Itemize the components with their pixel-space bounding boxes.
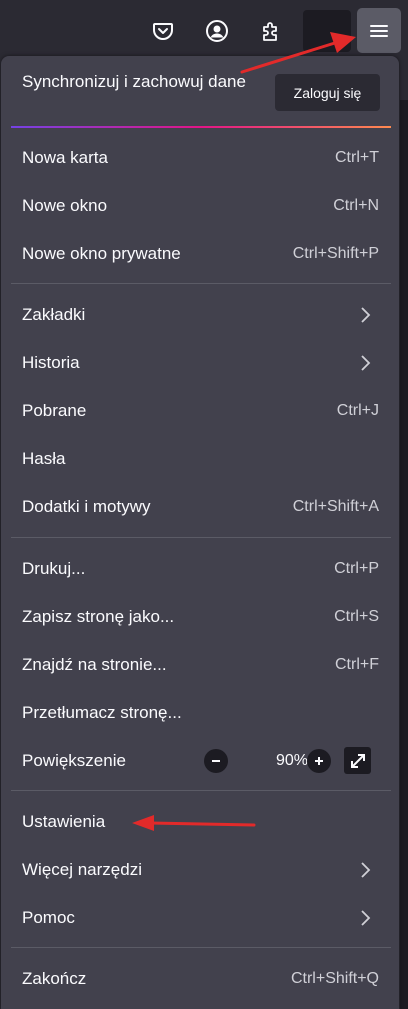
chevron-right-icon	[361, 355, 371, 371]
menu-item-label: Zapisz stronę jako...	[22, 607, 175, 626]
menu-item-label: Drukuj...	[22, 559, 86, 578]
menu-item-new-window[interactable]: Nowe okno Ctrl+N	[1, 182, 399, 230]
menu-item-label: Nowe okno prywatne	[22, 244, 181, 263]
minus-icon	[212, 760, 220, 762]
menu-item-help[interactable]: Pomoc	[1, 894, 399, 942]
menu-item-label: Pobrane	[22, 401, 87, 420]
menu-item-label: Pomoc	[22, 908, 75, 927]
menu-item-shortcut: Ctrl+Shift+P	[292, 245, 379, 262]
menu-item-zoom: Powiększenie 90%	[1, 737, 399, 785]
menu-item-shortcut: Ctrl+J	[336, 402, 379, 419]
menu-item-label: Nowe okno	[22, 196, 108, 215]
account-button[interactable]	[199, 12, 235, 50]
menu-item-label: Znajdź na stronie...	[22, 655, 167, 674]
sync-section: Synchronizuj i zachowuj dane Zaloguj się	[1, 56, 399, 128]
chevron-right-icon	[361, 862, 371, 878]
fullscreen-button[interactable]	[344, 747, 371, 774]
chevron-right-icon	[361, 307, 371, 323]
menu-item-settings[interactable]: Ustawienia	[1, 798, 399, 846]
pocket-button[interactable]	[145, 12, 181, 50]
account-icon	[206, 20, 228, 42]
page-edge	[400, 100, 408, 1009]
menu-item-shortcut: Ctrl+P	[334, 560, 379, 577]
menu-item-label: Powiększenie	[22, 751, 126, 770]
menu-item-print[interactable]: Drukuj... Ctrl+P	[1, 545, 399, 593]
menu-item-translate[interactable]: Przetłumacz stronę...	[1, 689, 399, 737]
login-button[interactable]: Zaloguj się	[275, 74, 380, 111]
menu-separator	[11, 790, 391, 791]
menu-item-label: Zakończ	[22, 969, 87, 988]
menu-separator	[11, 537, 391, 538]
zoom-out-button[interactable]	[204, 749, 228, 773]
menu-item-label: Przetłumacz stronę...	[22, 703, 182, 722]
menu-item-label: Ustawienia	[22, 812, 106, 831]
open-menu-button[interactable]	[357, 8, 401, 53]
menu-item-shortcut: Ctrl+T	[335, 149, 379, 166]
menu-item-bookmarks[interactable]: Zakładki	[1, 291, 399, 339]
toolbar-spacer	[303, 10, 351, 52]
sync-divider	[11, 126, 391, 128]
menu-item-shortcut: Ctrl+F	[335, 656, 379, 673]
pocket-icon	[153, 23, 173, 40]
menu-item-addons[interactable]: Dodatki i motywy Ctrl+Shift+A	[1, 483, 399, 531]
menu-item-downloads[interactable]: Pobrane Ctrl+J	[1, 387, 399, 435]
menu-item-passwords[interactable]: Hasła	[1, 435, 399, 483]
zoom-controls: 90%	[199, 737, 399, 785]
menu-item-label: Zakładki	[22, 305, 86, 324]
browser-toolbar	[0, 0, 408, 58]
sync-title: Synchronizuj i zachowuj dane	[22, 72, 246, 91]
extensions-icon	[263, 22, 277, 41]
menu-item-shortcut: Ctrl+Shift+A	[292, 498, 379, 515]
zoom-in-button[interactable]	[307, 749, 331, 773]
menu-item-new-tab[interactable]: Nowa karta Ctrl+T	[1, 134, 399, 182]
menu-item-find[interactable]: Znajdź na stronie... Ctrl+F	[1, 641, 399, 689]
extensions-button[interactable]	[253, 12, 289, 50]
menu-item-save-page[interactable]: Zapisz stronę jako... Ctrl+S	[1, 593, 399, 641]
menu-item-label: Dodatki i motywy	[22, 497, 151, 516]
menu-item-label: Hasła	[22, 449, 66, 468]
menu-item-label: Więcej narzędzi	[22, 860, 142, 879]
menu-item-private-window[interactable]: Nowe okno prywatne Ctrl+Shift+P	[1, 230, 399, 278]
menu-item-label: Nowa karta	[22, 148, 108, 167]
plus-icon	[315, 757, 323, 765]
chevron-right-icon	[361, 910, 371, 926]
menu-item-more-tools[interactable]: Więcej narzędzi	[1, 846, 399, 894]
hamburger-menu-icon	[370, 24, 388, 37]
menu-item-shortcut: Ctrl+Shift+Q	[290, 970, 379, 987]
menu-item-history[interactable]: Historia	[1, 339, 399, 387]
menu-item-shortcut: Ctrl+S	[334, 608, 379, 625]
menu-separator	[11, 283, 391, 284]
menu-item-quit[interactable]: Zakończ Ctrl+Shift+Q	[1, 955, 399, 1003]
app-menu-panel: Synchronizuj i zachowuj dane Zaloguj się…	[1, 56, 399, 1009]
fullscreen-icon	[350, 753, 365, 768]
menu-item-label: Historia	[22, 353, 80, 372]
menu-item-shortcut: Ctrl+N	[333, 197, 379, 214]
menu-separator	[11, 947, 391, 948]
